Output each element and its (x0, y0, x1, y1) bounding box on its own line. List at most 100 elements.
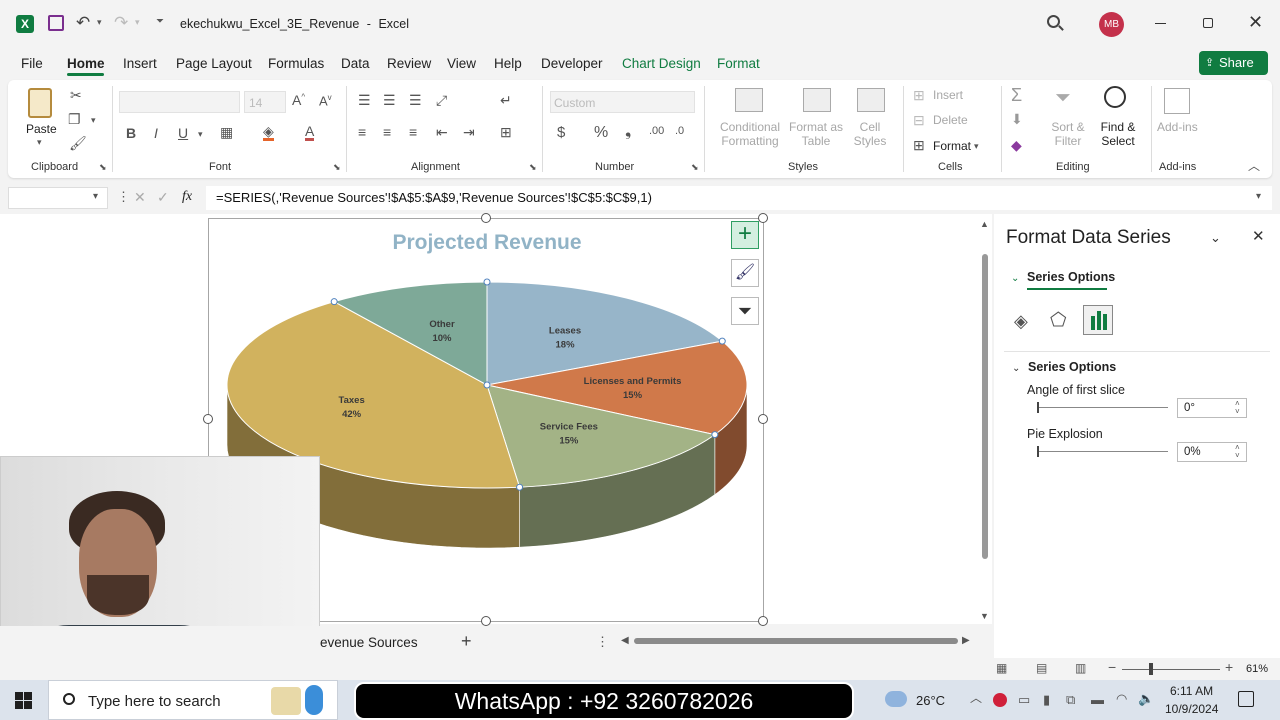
clear-icon[interactable]: ◆ (1011, 138, 1022, 152)
resize-handle-left[interactable] (203, 414, 213, 424)
find-select-button[interactable]: Find & Select (1096, 120, 1140, 148)
tab-page-layout[interactable]: Page Layout (176, 56, 252, 71)
insert-cells-icon[interactable]: ⊞ (913, 88, 925, 102)
tab-insert[interactable]: Insert (123, 56, 157, 71)
tab-format[interactable]: Format (717, 56, 760, 71)
angle-slider-thumb[interactable] (1037, 402, 1039, 413)
undo-icon[interactable]: ↶ (76, 14, 90, 31)
number-format-select[interactable]: Custom (550, 91, 695, 113)
data-label-value-4[interactable]: 10% (432, 333, 452, 344)
zoom-level[interactable]: 61% (1246, 663, 1268, 675)
resize-handle-top-right[interactable] (758, 213, 768, 223)
clock-date[interactable]: 10/9/2024 (1165, 702, 1218, 716)
fill-color-icon[interactable]: ◈ (263, 124, 274, 141)
decrease-font-icon[interactable]: Av (319, 94, 332, 108)
data-label-value-0[interactable]: 18% (556, 339, 576, 350)
merge-center-icon[interactable]: ⊞ (500, 125, 512, 139)
cut-icon[interactable]: ✂ (70, 88, 82, 102)
number-launcher-icon[interactable]: ⬊ (691, 163, 699, 172)
selection-point-0[interactable] (483, 278, 491, 286)
align-center-icon[interactable]: ≡ (383, 125, 391, 139)
close-button[interactable]: ✕ (1248, 12, 1263, 33)
format-dropdown-icon[interactable]: ▾ (974, 142, 979, 151)
font-color-icon[interactable]: A (305, 124, 315, 141)
explosion-slider-track[interactable] (1038, 451, 1168, 452)
tab-formulas[interactable]: Formulas (268, 56, 324, 71)
data-label-category-1[interactable]: Licenses and Permits (584, 376, 682, 387)
tray-chevron-icon[interactable]: ︿ (970, 692, 982, 704)
font-launcher-icon[interactable]: ⬊ (333, 163, 341, 172)
h-scroll-left-icon[interactable]: ◀ (621, 636, 629, 646)
effects-icon[interactable]: ⬠ (1050, 311, 1067, 330)
formula-input[interactable]: =SERIES(,'Revenue Sources'!$A$5:$A$9,'Re… (206, 186, 1272, 210)
page-break-view-icon[interactable]: ▥ (1075, 662, 1086, 674)
comma-icon[interactable]: ❟ (625, 124, 631, 140)
zoom-slider-track[interactable] (1122, 669, 1220, 670)
data-label-category-3[interactable]: Taxes (339, 395, 365, 406)
conditional-formatting-icon[interactable] (735, 88, 763, 112)
pane-close-icon[interactable]: ✕ (1252, 229, 1265, 244)
enter-icon[interactable]: ✓ (157, 190, 169, 204)
underline-dropdown-icon[interactable]: ▾ (198, 130, 203, 139)
cancel-icon[interactable]: ✕ (134, 190, 146, 204)
record-icon[interactable] (993, 693, 1007, 707)
data-label-category-4[interactable]: Other (429, 319, 455, 330)
more-icon[interactable]: ⋮ (117, 190, 130, 203)
avatar[interactable]: MB (1099, 12, 1124, 37)
italic-icon[interactable]: I (154, 126, 158, 140)
data-label-value-1[interactable]: 15% (623, 390, 643, 401)
zoom-in-icon[interactable]: + (1225, 660, 1233, 674)
tab-data[interactable]: Data (341, 56, 370, 71)
weather-temp[interactable]: 26°C (916, 693, 945, 708)
start-icon[interactable] (15, 692, 32, 709)
paste-icon[interactable] (28, 88, 52, 118)
orientation-icon[interactable]: ⤢ (436, 93, 447, 107)
paste-button[interactable]: Paste (26, 122, 57, 136)
tab-chart-design[interactable]: Chart Design (622, 56, 701, 71)
align-right-icon[interactable]: ≡ (409, 125, 417, 139)
delete-cells-icon[interactable]: ⊟ (913, 113, 925, 127)
delete-cells-button[interactable]: Delete (933, 113, 968, 127)
data-label-value-3[interactable]: 42% (342, 409, 362, 420)
add-ins-icon[interactable] (1164, 88, 1190, 114)
format-as-table-button[interactable]: Format as Table (788, 120, 844, 148)
paste-dropdown-icon[interactable]: ▾ (37, 138, 42, 147)
currency-icon[interactable]: $ (557, 125, 565, 140)
tab-help[interactable]: Help (494, 56, 522, 71)
undo-dropdown-icon[interactable]: ▾ (97, 18, 102, 27)
resize-handle-bottom[interactable] (481, 616, 491, 626)
angle-slider-track[interactable] (1038, 407, 1168, 408)
selection-point-2[interactable] (711, 431, 719, 439)
tab-home[interactable]: Home (67, 56, 105, 71)
sheet-tab-revenue-sources[interactable]: evenue Sources (320, 635, 418, 650)
h-scroll-right-icon[interactable]: ▶ (962, 636, 970, 646)
volume-icon[interactable]: 🔈 (1138, 692, 1154, 705)
align-bottom-icon[interactable]: ☰ (409, 93, 422, 107)
customize-qat-icon[interactable]: ⏷ (156, 17, 164, 27)
redo-dropdown-icon[interactable]: ▾ (135, 18, 140, 27)
find-select-icon[interactable] (1104, 86, 1126, 108)
horizontal-scrollbar-thumb[interactable] (634, 638, 958, 644)
format-cells-button[interactable]: Format (933, 139, 971, 153)
chart-styles-button[interactable]: 🖌 (731, 259, 759, 287)
increase-indent-icon[interactable]: ⇥ (463, 125, 475, 139)
tray-power-icon[interactable]: ▬ (1091, 693, 1104, 706)
insert-cells-button[interactable]: Insert (933, 88, 963, 102)
explosion-slider-thumb[interactable] (1037, 446, 1039, 457)
scroll-down-icon[interactable]: ▼ (980, 612, 989, 621)
page-layout-view-icon[interactable]: ▤ (1036, 662, 1047, 674)
restore-button[interactable] (1203, 18, 1213, 28)
add-sheet-button[interactable]: + (461, 631, 472, 652)
taskbar-search-box[interactable]: Type here to search (48, 680, 338, 720)
cell-styles-icon[interactable] (857, 88, 885, 112)
copy-icon[interactable]: ❐ (68, 112, 81, 126)
format-cells-icon[interactable]: ⊞ (913, 138, 925, 152)
autosum-icon[interactable]: Σ (1011, 86, 1022, 104)
normal-view-icon[interactable]: ▦ (996, 662, 1007, 674)
alignment-launcher-icon[interactable]: ⬊ (529, 163, 537, 172)
increase-font-icon[interactable]: A^ (292, 93, 305, 107)
zoom-slider-thumb[interactable] (1149, 663, 1153, 675)
clipboard-launcher-icon[interactable]: ⬊ (99, 163, 107, 172)
align-middle-icon[interactable]: ☰ (383, 93, 396, 107)
tab-options-icon[interactable]: ⋮ (596, 635, 609, 648)
